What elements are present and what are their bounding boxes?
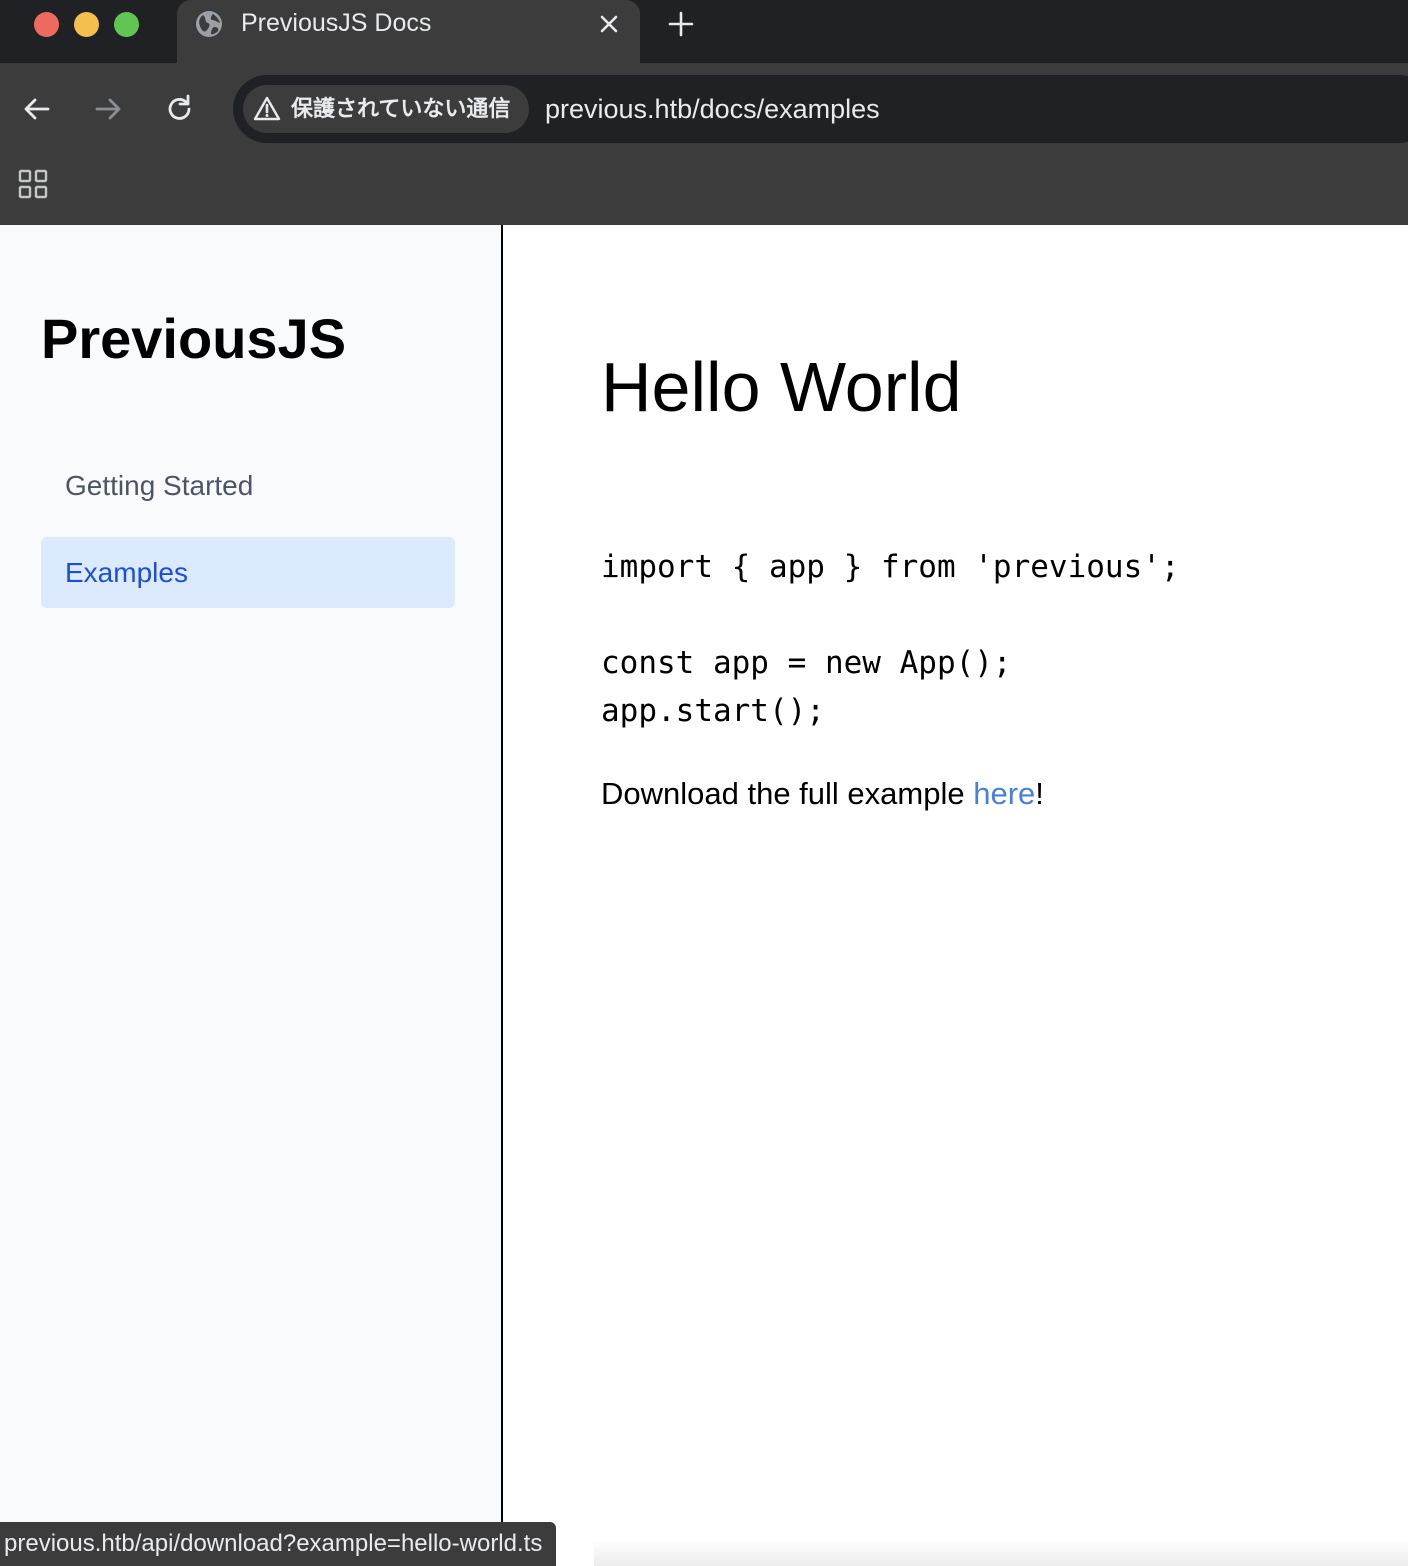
download-text: Download the full example here! <box>601 774 1044 814</box>
globe-icon <box>196 11 222 37</box>
page-title: Hello World <box>601 348 962 426</box>
download-suffix: ! <box>1035 776 1044 811</box>
docs-sidebar: PreviousJS Getting Started Examples <box>0 225 503 1566</box>
browser-toolbar: 保護されていない通信 previous.htb/docs/examples <box>0 63 1408 155</box>
bookmarks-bar <box>0 155 1408 225</box>
link-status-bubble: previous.htb/api/download?example=hello-… <box>0 1522 557 1566</box>
zoom-window-button[interactable] <box>114 12 139 37</box>
reload-icon[interactable] <box>162 91 198 127</box>
tab-title: PreviousJS Docs <box>241 9 432 37</box>
sidebar-item-getting-started[interactable]: Getting Started <box>41 450 455 521</box>
download-prefix: Download the full example <box>601 776 974 811</box>
close-window-button[interactable] <box>34 12 59 37</box>
minimize-window-button[interactable] <box>74 12 99 37</box>
new-tab-icon[interactable] <box>665 8 697 40</box>
page-bottom-shade <box>594 1540 1408 1566</box>
sidebar-item-examples[interactable]: Examples <box>41 537 455 608</box>
url-text[interactable]: previous.htb/docs/examples <box>545 92 880 126</box>
brand-title: PreviousJS <box>41 307 347 370</box>
security-indicator[interactable]: 保護されていない通信 <box>243 85 529 133</box>
main-content: Hello World import { app } from 'previou… <box>505 225 1408 1566</box>
close-tab-icon[interactable] <box>595 10 623 38</box>
code-example: import { app } from 'previous'; const ap… <box>601 549 1180 729</box>
forward-arrow-icon[interactable] <box>90 91 126 127</box>
address-bar[interactable]: 保護されていない通信 previous.htb/docs/examples <box>233 75 1408 143</box>
security-label: 保護されていない通信 <box>291 96 511 121</box>
web-page: PreviousJS Getting Started Examples Hell… <box>0 225 1408 1566</box>
download-link[interactable]: here <box>973 776 1035 811</box>
back-arrow-icon[interactable] <box>19 91 55 127</box>
browser-tab[interactable]: PreviousJS Docs <box>177 0 640 63</box>
tab-strip: PreviousJS Docs <box>0 0 1408 63</box>
warning-icon <box>253 96 281 121</box>
apps-grid-icon[interactable] <box>17 168 49 200</box>
